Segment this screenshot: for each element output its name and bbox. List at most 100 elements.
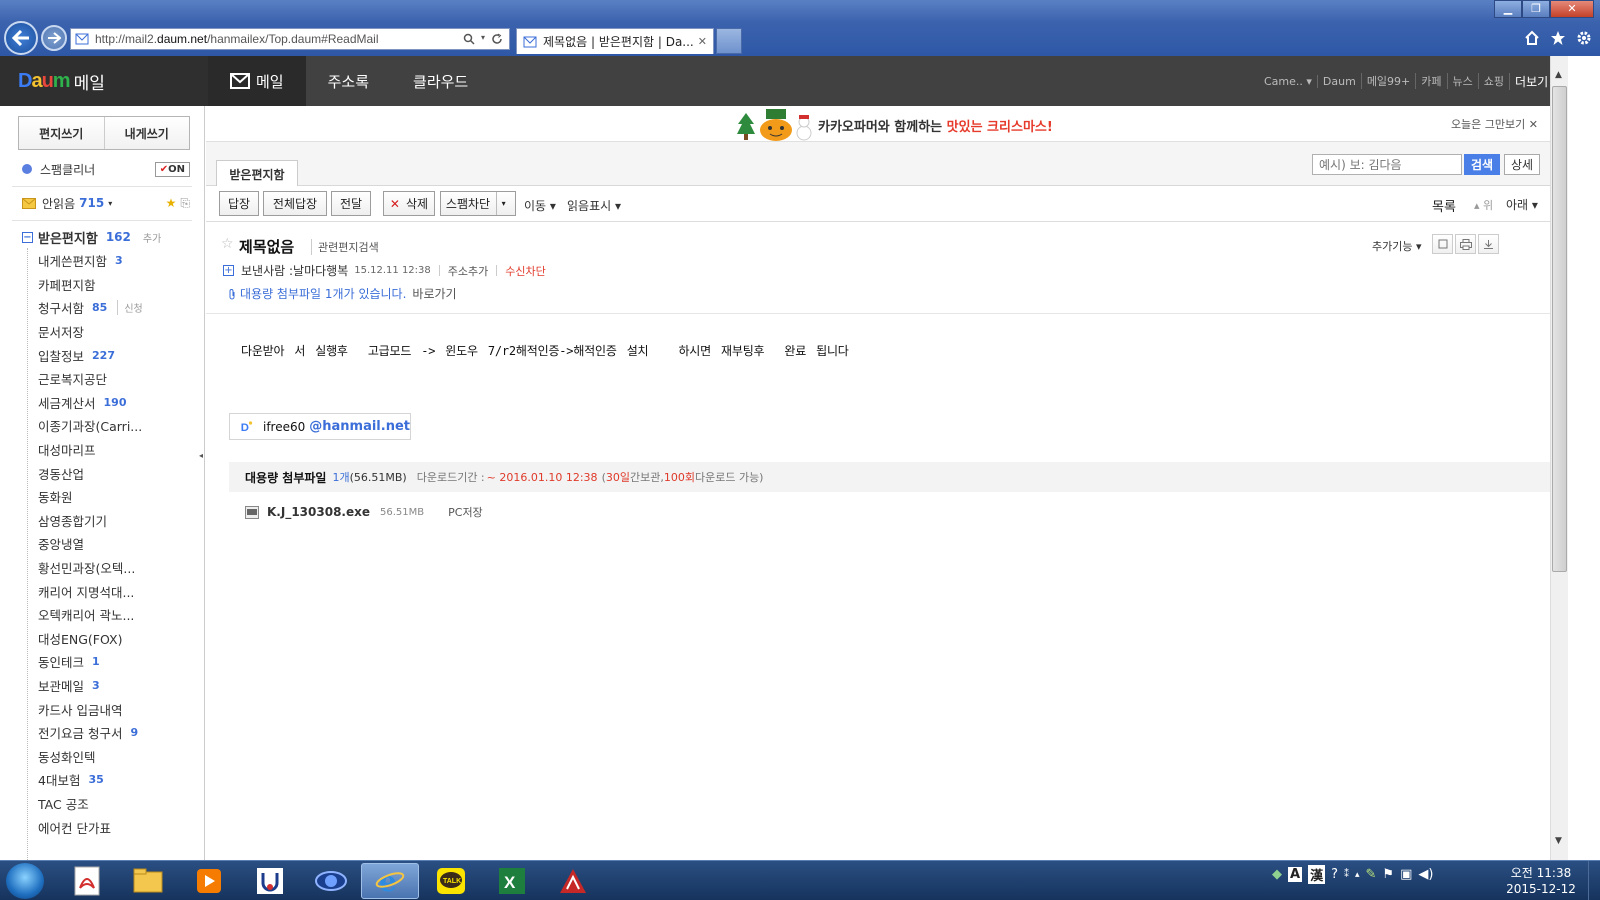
sidebar-folder-item[interactable]: 오텍캐리어 곽노... xyxy=(38,603,198,627)
folder-name[interactable]: 세금계산서 xyxy=(38,393,96,412)
attachment-goto-link[interactable]: 바로가기 xyxy=(412,285,456,302)
usb-icon[interactable]: ✎ xyxy=(1366,867,1377,882)
folder-name[interactable]: 문서저장 xyxy=(38,322,84,341)
pc-save-link[interactable]: PC저장 xyxy=(448,504,483,520)
attachment-notice-text[interactable]: 대용량 첨부파일 1개가 있습니다. xyxy=(240,285,406,302)
top-link-cafe[interactable]: 카페 xyxy=(1415,73,1446,89)
show-hidden-icons-icon[interactable]: ▴ xyxy=(1355,870,1360,880)
scroll-thumb[interactable] xyxy=(1552,86,1567,572)
sidebar-folder-item[interactable]: 에어컨 단가표 xyxy=(38,815,198,839)
top-link-news[interactable]: 뉴스 xyxy=(1446,73,1478,89)
start-button[interactable] xyxy=(6,863,44,899)
attachment-file-name[interactable]: K.J_130308.exe xyxy=(267,505,370,519)
sidebar-folder-item[interactable]: 대성ENG(FOX) xyxy=(38,627,198,651)
sidebar-folder-item[interactable]: 중앙냉열 xyxy=(38,532,198,556)
sidebar-folder-item[interactable]: 동화원 xyxy=(38,485,198,509)
folder-name[interactable]: 카드사 입금내역 xyxy=(38,700,122,719)
detail-search-button[interactable]: 상세 xyxy=(1504,154,1540,175)
top-link-daum[interactable]: Daum xyxy=(1316,74,1361,88)
folder-count[interactable]: 85 xyxy=(92,301,107,314)
folder-count[interactable]: 3 xyxy=(115,254,123,267)
expand-recipients-icon[interactable]: + xyxy=(223,265,234,276)
new-window-icon[interactable] xyxy=(1432,234,1453,254)
promo-banner[interactable]: 카카오파머와 함께하는 맛있는 크리스마스! 오늘은 그만보기 ✕ xyxy=(206,106,1550,142)
folder-name[interactable]: 경동산업 xyxy=(38,464,84,483)
related-mail-search-link[interactable]: 관련편지검색 xyxy=(311,239,379,255)
top-link-shopping[interactable]: 쇼핑 xyxy=(1477,73,1509,89)
sidebar-folder-item[interactable]: 근로복지공단 xyxy=(38,367,198,391)
gear-icon[interactable] xyxy=(1576,30,1592,46)
sidebar-folder-item[interactable]: 청구서함 85 신청 xyxy=(38,296,198,320)
sidebar-folder-item[interactable]: 카페편지함 xyxy=(38,273,198,297)
system-clock[interactable]: 오전 11:38 2015-12-12 xyxy=(1496,865,1586,897)
nav-mail[interactable]: 메일 xyxy=(208,56,306,106)
page-scrollbar[interactable]: ▲ ▼ xyxy=(1550,56,1568,860)
daum-logo[interactable]: Daum 메일 xyxy=(0,56,208,106)
sidebar-folder-item[interactable]: 카드사 입금내역 xyxy=(38,697,198,721)
back-button[interactable] xyxy=(4,21,38,55)
folder-name[interactable]: 대성마리프 xyxy=(38,440,96,459)
folder-name[interactable]: 입찰정보 xyxy=(38,346,84,365)
search-icon[interactable] xyxy=(463,33,475,45)
scroll-down-arrow-icon[interactable]: ▼ xyxy=(1555,836,1562,846)
folder-apply-link[interactable]: 신청 xyxy=(117,300,143,316)
previous-mail-link[interactable]: ▴ 위 xyxy=(1474,197,1493,213)
taskbar-media-player[interactable] xyxy=(180,863,238,899)
self-compose-button[interactable]: 내게쓰기 xyxy=(103,117,189,149)
search-input[interactable] xyxy=(1312,154,1462,175)
folder-name[interactable]: 삼영종합기기 xyxy=(38,511,107,530)
chevron-down-icon[interactable]: ▾ xyxy=(108,199,112,208)
inbox-label[interactable]: 받은편지함 xyxy=(38,228,98,247)
folder-name[interactable]: 중앙냉열 xyxy=(38,534,84,553)
print-icon[interactable] xyxy=(1455,234,1476,254)
sidebar-folder-item[interactable]: 삼영종합기기 xyxy=(38,509,198,533)
folder-name[interactable]: 이종기과장(Carri... xyxy=(38,416,142,435)
address-url[interactable]: http://mail2.daum.net/hanmailex/Top.daum… xyxy=(95,32,463,46)
ime-mode-a[interactable]: A xyxy=(1288,867,1303,882)
starred-filter-icon[interactable]: ★ xyxy=(166,196,177,211)
ime-options-icon[interactable]: ⁑ xyxy=(1344,869,1349,880)
scroll-up-arrow-icon[interactable]: ▲ xyxy=(1555,70,1562,80)
maximize-button[interactable]: ❐ xyxy=(1522,0,1550,18)
folder-name[interactable]: 전기요금 청구서 xyxy=(38,723,122,742)
folder-name[interactable]: 동화원 xyxy=(38,487,73,506)
add-folder-link[interactable]: 추가 xyxy=(143,230,161,245)
window-close-button[interactable]: ✕ xyxy=(1550,0,1594,18)
sidebar-collapse-icon[interactable]: ◂ xyxy=(199,451,204,463)
folder-name[interactable]: 오텍캐리어 곽노... xyxy=(38,605,134,624)
favorites-star-icon[interactable] xyxy=(1550,30,1566,46)
sender-signature[interactable]: D ifree60 @hanmail.net xyxy=(229,413,411,440)
folder-count[interactable]: 3 xyxy=(92,679,100,692)
folder-name[interactable]: 동성화인텍 xyxy=(38,747,96,766)
taskbar-explorer[interactable] xyxy=(119,863,177,899)
sender-name[interactable]: 날마다행복 xyxy=(293,262,348,279)
folder-name[interactable]: 카페편지함 xyxy=(38,275,96,294)
taskbar-internet-explorer[interactable]: e xyxy=(361,863,419,899)
chevron-down-icon[interactable]: ▾ xyxy=(496,192,510,215)
folder-count[interactable]: 9 xyxy=(130,726,138,739)
folder-name[interactable]: 근로복지공단 xyxy=(38,369,107,388)
folder-name[interactable]: 내게쓴편지함 xyxy=(38,251,107,270)
delete-button[interactable]: ✕ 삭제 xyxy=(383,191,435,216)
sidebar-folder-item[interactable]: 내게쓴편지함 3 xyxy=(38,249,198,273)
network-icon[interactable]: ▣ xyxy=(1400,867,1412,882)
more-functions-dropdown[interactable]: 추가기능 ▾ xyxy=(1372,238,1422,254)
volume-icon[interactable]: ◀) xyxy=(1418,867,1433,882)
sidebar-folder-item[interactable]: 입찰정보 227 xyxy=(38,343,198,367)
banner-text[interactable]: 카카오파머와 함께하는 맛있는 크리스마스! xyxy=(818,116,1053,135)
save-icon[interactable] xyxy=(1478,234,1499,254)
sidebar-folder-item[interactable]: 이종기과장(Carri... xyxy=(38,414,198,438)
flag-icon[interactable]: ⚑ xyxy=(1382,867,1394,882)
sidebar-folder-item[interactable]: 캐리어 지명석대... xyxy=(38,579,198,603)
collapse-icon[interactable]: − xyxy=(22,231,33,243)
banner-close-button[interactable]: 오늘은 그만보기 ✕ xyxy=(1451,116,1538,132)
minimize-button[interactable]: ▁ xyxy=(1494,0,1522,18)
unread-label[interactable]: 안읽음 xyxy=(42,195,75,212)
sidebar-folder-item[interactable]: 4대보험 35 xyxy=(38,768,198,792)
top-link-user[interactable]: Came.. ▾ xyxy=(1259,75,1317,88)
taskbar-app-eye[interactable] xyxy=(302,863,360,899)
add-address-link[interactable]: 주소추가 xyxy=(448,263,488,279)
folder-name[interactable]: 보관메일 xyxy=(38,676,84,695)
address-bar[interactable]: http://mail2.daum.net/hanmailex/Top.daum… xyxy=(70,28,510,50)
taskbar-kakaotalk[interactable]: TALK xyxy=(422,863,480,899)
